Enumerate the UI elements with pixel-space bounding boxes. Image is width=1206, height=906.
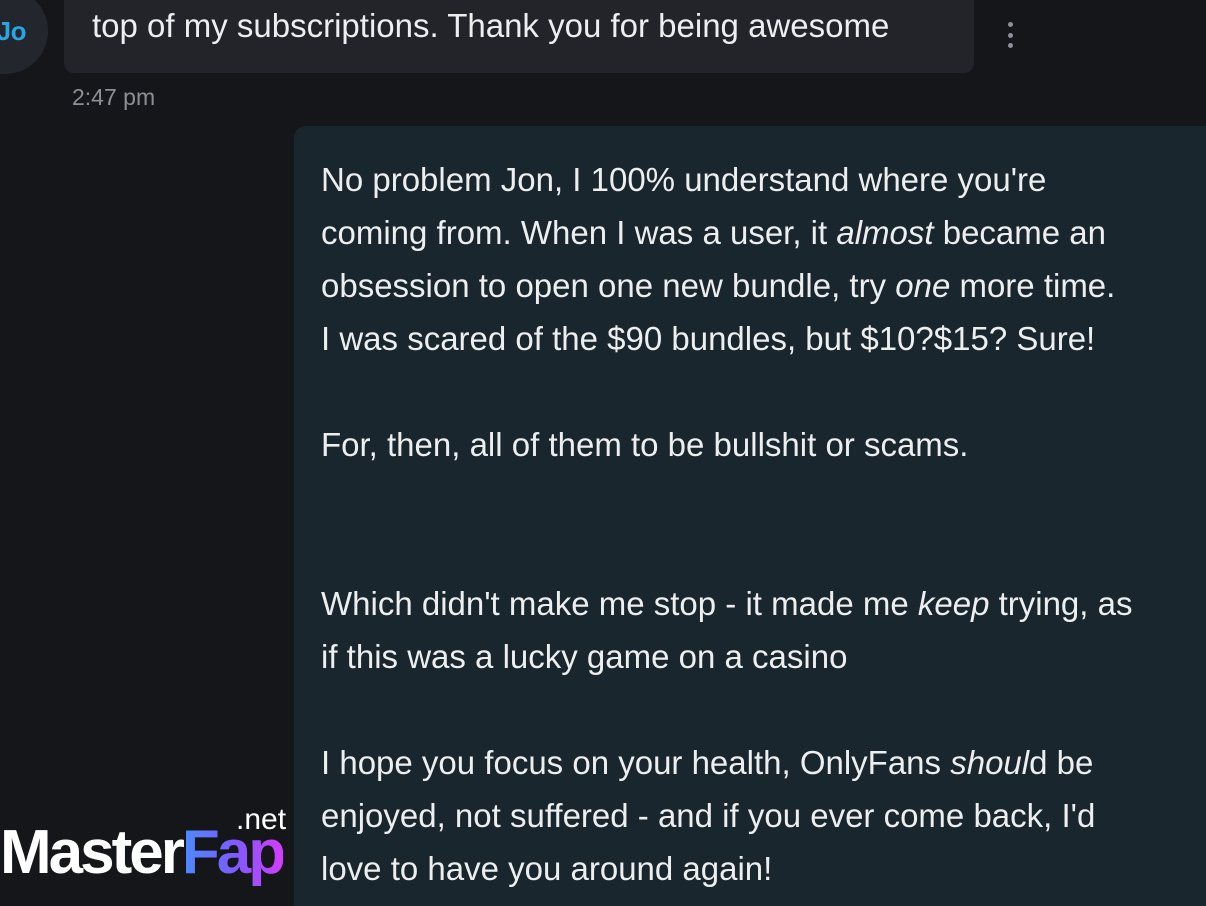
message-text: became an [933,214,1107,251]
emphasis-text: one [895,267,951,304]
message-line: if this was a lucky game on a casino [321,630,1186,683]
message-text: For, then, all of them to be bullshit or… [321,426,969,463]
menu-dot [1007,32,1013,38]
message-line: Which didn't make me stop - it made me k… [321,577,1186,630]
watermark-part1: Master [0,818,185,887]
message-text: if this was a lucky game on a casino [321,638,848,675]
incoming-message-text: top of my subscriptions. Thank you for b… [92,7,890,44]
outgoing-message-bubble[interactable]: No problem Jon, I 100% understand where … [294,126,1206,906]
message-text: I was scared of the $90 bundles, but $10… [321,320,1096,357]
message-line: No problem Jon, I 100% understand where … [321,153,1186,206]
menu-dot [1007,22,1013,27]
more-vertical-icon[interactable] [1000,20,1020,50]
message-timestamp: 2:47 pm [72,84,156,110]
message-line: I was scared of the $90 bundles, but $10… [321,312,1186,365]
menu-dot [1007,43,1013,48]
emphasis-text: keep [917,585,990,622]
message-line: obsession to open one new bundle, try on… [321,259,1186,312]
contact-avatar[interactable]: Jo [0,0,48,74]
message-text: coming from. When I was a user, it [321,214,837,251]
message-line: enjoyed, not suffered - and if you ever … [321,789,1186,842]
message-text: more time. [950,267,1116,304]
emphasis-text: shoul [950,744,1030,781]
message-line: love to have you around again! [321,842,1186,895]
message-text: d be [1029,744,1094,781]
avatar-initials: Jo [0,15,27,46]
message-text: enjoyed, not suffered - and if you ever … [321,797,1096,834]
message-line: I hope you focus on your health, OnlyFan… [321,736,1186,789]
outgoing-message-body: No problem Jon, I 100% understand where … [321,153,1186,895]
emphasis-text: almost [836,214,934,251]
watermark-tld: .net [236,803,287,836]
message-text: Which didn't make me stop - it made me [321,585,918,622]
message-text: obsession to open one new bundle, try [321,267,896,304]
message-line: For, then, all of them to be bullshit or… [321,418,1186,471]
message-line: coming from. When I was a user, it almos… [321,206,1186,259]
message-text: love to have you around again! [321,850,773,887]
message-text: trying, as [989,585,1133,622]
incoming-message-bubble[interactable]: top of my subscriptions. Thank you for b… [64,0,974,73]
watermark-logo: MasterFap .net [0,804,310,888]
message-text: I hope you focus on your health, OnlyFan… [321,744,951,781]
message-text: No problem Jon, I 100% understand where … [321,161,1047,198]
